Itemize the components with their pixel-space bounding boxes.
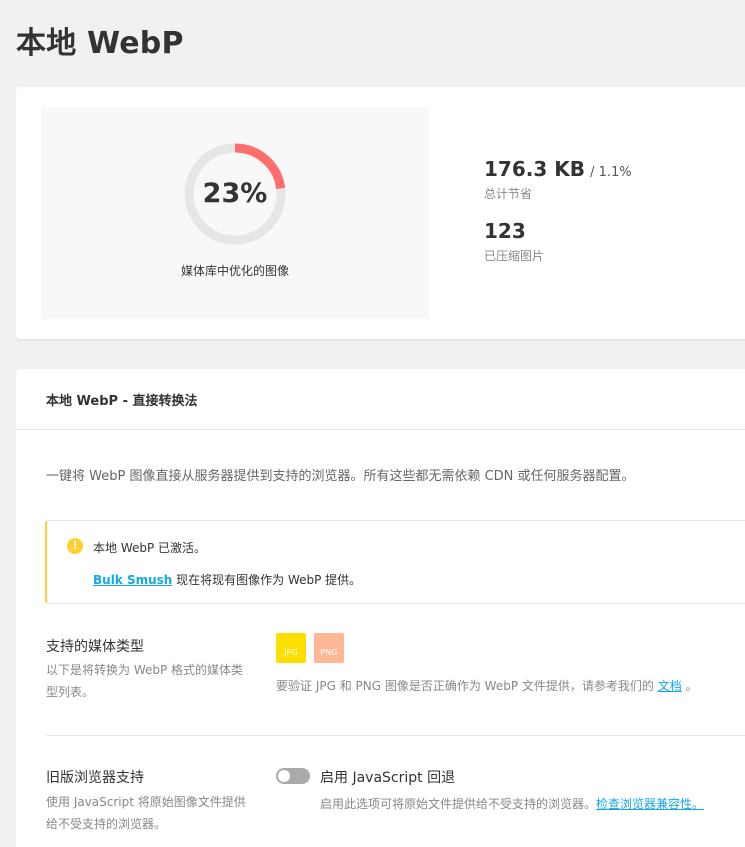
progress-caption: 媒体库中优化的图像 (180, 264, 289, 278)
section-divider (46, 735, 745, 736)
jpg-format-badge: JPG (276, 633, 306, 663)
savings-value: 176.3 KB (484, 157, 585, 181)
card-header: 本地 WebP - 直接转换法 (16, 369, 745, 430)
progress-percent: 23% (202, 178, 268, 209)
page-title: 本地 WebP (16, 26, 184, 61)
compressed-stat: 123 已压缩图片 (484, 219, 544, 264)
docs-link[interactable]: 文档 (658, 679, 682, 693)
warning-icon: ! (67, 538, 83, 554)
webp-active-notice: ! 本地 WebP 已激活。 Bulk Smush 现在将现有图像作为 WebP… (45, 520, 745, 604)
javascript-fallback-toggle[interactable] (276, 768, 310, 784)
legacy-browser-label: 旧版浏览器支持 (46, 770, 144, 786)
section-title: 本地 WebP - 直接转换法 (46, 394, 198, 409)
notice-message: 本地 WebP 已激活。 (93, 541, 207, 555)
bulk-smush-link[interactable]: Bulk Smush (93, 573, 172, 587)
compressed-label: 已压缩图片 (484, 249, 545, 263)
media-types-help-text: 要验证 JPG 和 PNG 图像是否正确作为 WebP 文件提供，请参考我们的 (276, 679, 658, 693)
notice-detail: Bulk Smush 现在将现有图像作为 WebP 提供。 (93, 571, 361, 588)
media-types-help-end: 。 (681, 679, 698, 693)
javascript-fallback-help-text: 启用此选项可将原始文件提供给不受支持的浏览器。 (320, 797, 597, 811)
png-format-badge: PNG (314, 633, 344, 663)
javascript-fallback-label[interactable]: 启用 JavaScript 回退 (320, 767, 455, 787)
notice-detail-text: 现在将现有图像作为 WebP 提供。 (172, 573, 362, 587)
media-types-label: 支持的媒体类型 (46, 639, 144, 655)
webp-settings-card: 本地 WebP - 直接转换法 一键将 WebP 图像直接从服务器提供到支持的浏… (16, 369, 745, 847)
summary-card: 23% 媒体库中优化的图像 176.3 KB / 1.1% 总计节省 123 已… (16, 87, 745, 339)
media-types-desc: 以下是将转换为 WebP 格式的媒体类型列表。 (46, 663, 244, 699)
savings-label: 总计节省 (484, 187, 533, 201)
compressed-value: 123 (484, 219, 526, 243)
browser-compat-link[interactable]: 检查浏览器兼容性。 (596, 797, 704, 811)
section-intro: 一键将 WebP 图像直接从服务器提供到支持的浏览器。所有这些都无需依赖 CDN… (46, 469, 635, 484)
media-types-help: 要验证 JPG 和 PNG 图像是否正确作为 WebP 文件提供，请参考我们的 … (276, 677, 698, 694)
summary-progress-panel: 23% 媒体库中优化的图像 (41, 107, 429, 319)
legacy-browser-desc: 使用 JavaScript 将原始图像文件提供给不受支持的浏览器。 (46, 795, 246, 831)
progress-donut: 23% (181, 140, 289, 248)
toggle-knob (278, 770, 290, 782)
savings-percent: / 1.1% (590, 165, 632, 180)
javascript-fallback-help: 启用此选项可将原始文件提供给不受支持的浏览器。检查浏览器兼容性。 (320, 795, 704, 812)
savings-stat: 176.3 KB / 1.1% 总计节省 (484, 157, 632, 202)
